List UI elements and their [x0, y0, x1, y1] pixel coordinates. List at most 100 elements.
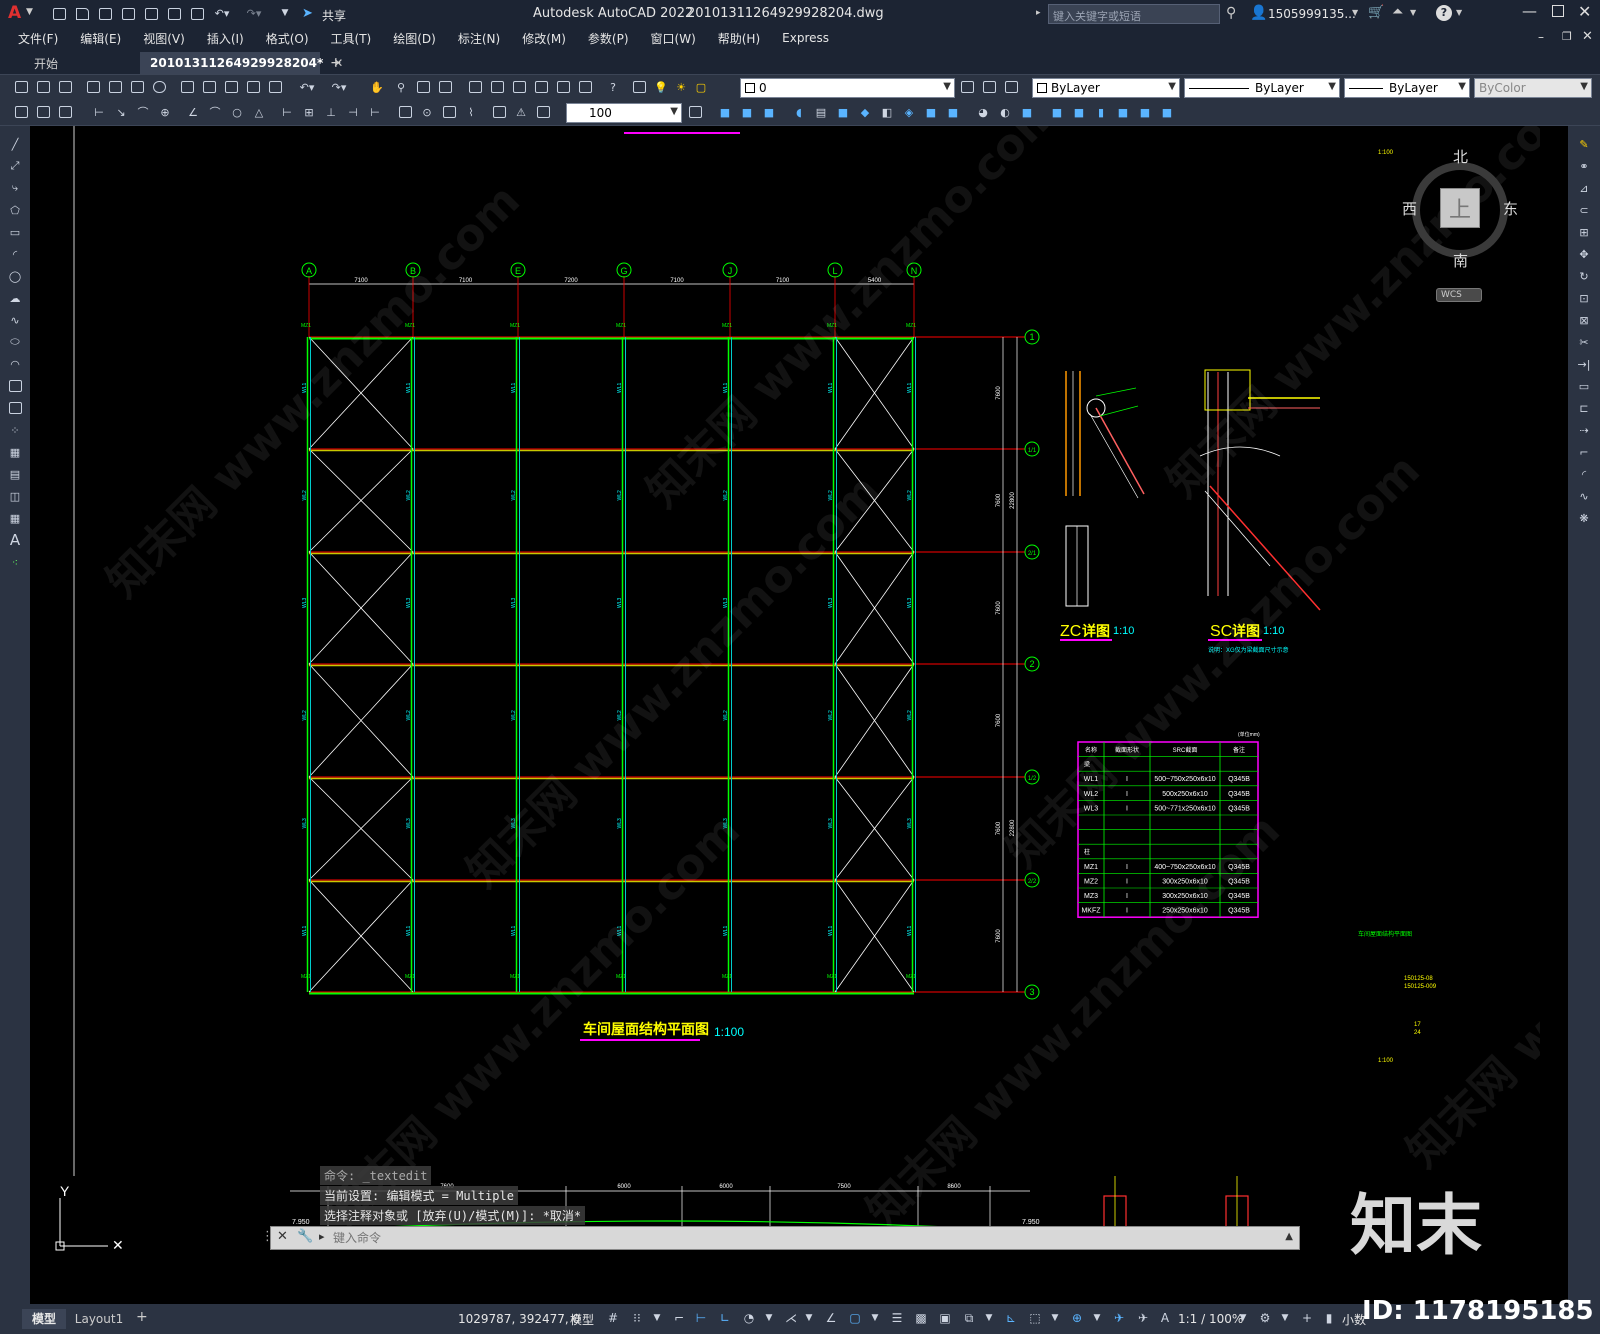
dim-arc-icon[interactable]: [56, 104, 74, 120]
annotation-monitor-icon[interactable]: +: [1298, 1309, 1316, 1327]
transparency-icon[interactable]: ▩: [912, 1309, 930, 1327]
cut-icon[interactable]: [178, 79, 196, 95]
menu-insert[interactable]: 插入(I): [207, 30, 244, 47]
command-input[interactable]: [333, 1229, 1273, 1247]
layer-states-icon[interactable]: [1002, 79, 1020, 95]
zoom-realtime-icon[interactable]: ⚲: [392, 79, 410, 95]
gizmo-icon[interactable]: ⊕: [1068, 1309, 1086, 1327]
intersect-icon[interactable]: ■: [1018, 104, 1036, 120]
cart-icon[interactable]: 🛒: [1368, 5, 1384, 20]
command-recent-icon[interactable]: ▸: [319, 1230, 325, 1243]
wedge-icon[interactable]: ■: [738, 104, 756, 120]
add-layout-icon[interactable]: +: [136, 1309, 148, 1325]
minimize-icon[interactable]: —: [1522, 2, 1537, 20]
dim-update-icon[interactable]: ⌇: [462, 104, 480, 120]
arc-icon[interactable]: ◜: [6, 246, 24, 262]
gradient-icon[interactable]: ▤: [6, 466, 24, 482]
open-icon[interactable]: [73, 6, 91, 22]
spline-icon[interactable]: ∿: [6, 312, 24, 328]
layer-previous-icon[interactable]: [980, 79, 998, 95]
fillet-icon[interactable]: ◜: [1575, 466, 1593, 482]
help-dropdown-icon[interactable]: ▼: [1456, 8, 1462, 17]
user-account[interactable]: 1505999135...: [1268, 7, 1356, 21]
erase-icon[interactable]: ✎: [1575, 136, 1593, 152]
object-snap-tracking-icon[interactable]: ∠: [822, 1309, 840, 1327]
selection-filter-dropdown-icon[interactable]: ▼: [1046, 1309, 1064, 1327]
dim-text-edit-icon[interactable]: [440, 104, 458, 120]
torus-icon[interactable]: ■: [834, 104, 852, 120]
paste-icon[interactable]: [222, 79, 240, 95]
print-icon[interactable]: [84, 79, 102, 95]
ellipse-icon[interactable]: ⬭: [6, 334, 24, 350]
viewcube-wcs-menu[interactable]: WCS: [1436, 288, 1482, 302]
isodraft-icon[interactable]: ⋌: [782, 1309, 800, 1327]
ellipse-arc-icon[interactable]: ◠: [6, 356, 24, 372]
object-snap-icon[interactable]: ▢: [846, 1309, 864, 1327]
matchprop-icon[interactable]: [244, 79, 262, 95]
coordinates[interactable]: 1029787, 392477, 0: [458, 1309, 580, 1329]
tab-start[interactable]: 开始: [24, 52, 140, 74]
plot-icon[interactable]: [188, 6, 206, 22]
dim-scale-dropdown[interactable]: 100 ▼: [566, 103, 682, 123]
polar-dropdown-icon[interactable]: ▼: [760, 1309, 778, 1327]
user-dropdown-icon[interactable]: ▼: [1352, 8, 1358, 17]
tool-palettes-icon[interactable]: [510, 79, 528, 95]
layer-lock-icon[interactable]: ▢: [692, 79, 710, 95]
app-logo[interactable]: A: [8, 3, 21, 23]
dim-quick-icon[interactable]: ⌒: [206, 104, 224, 120]
command-customize-icon[interactable]: 🔧: [297, 1229, 313, 1244]
line-icon[interactable]: ╱: [6, 136, 24, 152]
pyramid-icon[interactable]: ◆: [856, 104, 874, 120]
extend-icon[interactable]: →|: [1575, 356, 1593, 372]
doc-minimize-icon[interactable]: –: [1538, 30, 1544, 44]
undo-toolbar-icon[interactable]: ↶▾: [298, 79, 316, 95]
viewcube-north[interactable]: 北: [1453, 146, 1468, 167]
zoom-previous-icon[interactable]: [436, 79, 454, 95]
sphere-icon[interactable]: ◖: [790, 104, 808, 120]
object-snap-dropdown-icon[interactable]: ▼: [866, 1309, 884, 1327]
table-icon[interactable]: ▦: [6, 510, 24, 526]
dim-style-pick-icon[interactable]: [686, 104, 704, 120]
array-icon[interactable]: ⊞: [1575, 224, 1593, 240]
saveas-icon[interactable]: [119, 6, 137, 22]
menu-edit[interactable]: 编辑(E): [80, 30, 121, 47]
doc-restore-icon[interactable]: ❐: [1562, 30, 1572, 43]
revolve-icon[interactable]: ◈: [900, 104, 918, 120]
color-dropdown[interactable]: ByLayer ▼: [1032, 78, 1180, 98]
dim-baseline-icon[interactable]: ○: [228, 104, 246, 120]
center-mark-icon[interactable]: ⊣: [344, 104, 362, 120]
dim-jogged-icon[interactable]: ⌒: [134, 104, 152, 120]
tab-layout1[interactable]: Layout1: [70, 1309, 128, 1329]
rotate-icon[interactable]: ↻: [1575, 268, 1593, 284]
publish-icon[interactable]: [142, 6, 160, 22]
point-icon[interactable]: ⁘: [6, 422, 24, 438]
3d-move-icon[interactable]: ■: [1158, 104, 1176, 120]
dim-radius-icon[interactable]: ↘: [112, 104, 130, 120]
mirror-icon[interactable]: ⊿: [1575, 180, 1593, 196]
workspace-dropdown-status-icon[interactable]: ▼: [1276, 1309, 1294, 1327]
viewcube[interactable]: 上 北 南 西 东 WCS: [1400, 146, 1520, 302]
drawing-canvas[interactable]: A B E G J L N 7100 7100 7200 7100 7100 5400 1 1/1 2/1 2 1…: [30, 126, 1540, 1304]
polyline-icon[interactable]: ⤷: [6, 180, 24, 196]
lineweight-dropdown[interactable]: ByLayer ▼: [1344, 78, 1470, 98]
add-selected-icon[interactable]: ⁖: [6, 554, 24, 570]
menu-window[interactable]: 窗口(W): [651, 30, 696, 47]
dim-angular-icon[interactable]: ∠: [184, 104, 202, 120]
design-center-icon[interactable]: [488, 79, 506, 95]
plotstyle-dropdown[interactable]: ByColor ▼: [1474, 78, 1592, 98]
dim-reassociate-icon[interactable]: [534, 104, 552, 120]
viewcube-south[interactable]: 南: [1453, 250, 1468, 271]
pan-icon[interactable]: ✋: [368, 79, 386, 95]
new-icon[interactable]: [50, 6, 68, 22]
blockedit-icon[interactable]: [266, 79, 284, 95]
3d-osnap-icon[interactable]: ⧉: [960, 1309, 978, 1327]
mtext-icon[interactable]: A: [6, 531, 24, 549]
dynamic-input-icon[interactable]: ⊢: [692, 1309, 710, 1327]
menu-format[interactable]: 格式(O): [266, 30, 309, 47]
dwf-icon[interactable]: [150, 79, 168, 95]
model-space-button[interactable]: 模型: [570, 1309, 594, 1329]
layer-properties-icon[interactable]: [630, 79, 648, 95]
break-icon[interactable]: ⊏: [1575, 400, 1593, 416]
construction-line-icon[interactable]: ⤢: [6, 158, 24, 174]
dim-continue-icon[interactable]: △: [250, 104, 268, 120]
